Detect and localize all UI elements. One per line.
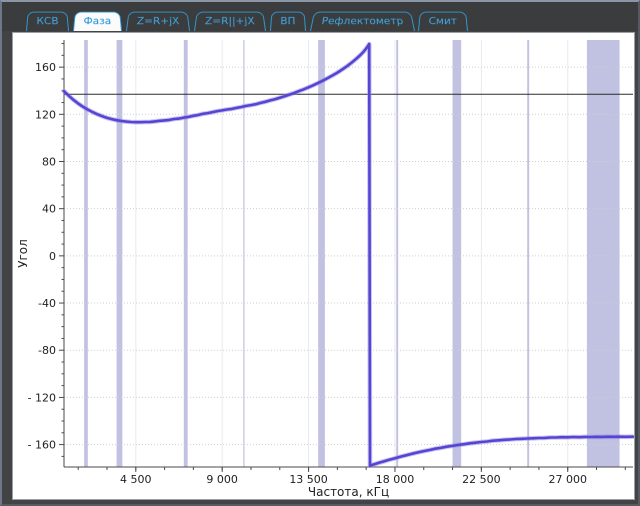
tab-z-parallel[interactable]: Z=R||+jX — [194, 12, 266, 31]
ham-band-highlight — [318, 40, 325, 467]
x-axis-label: Частота, кГц — [308, 485, 389, 499]
tab-z-series[interactable]: Z=R+jX — [126, 12, 190, 31]
ham-band-highlight — [84, 40, 88, 467]
x-tick-label: 9 000 — [206, 473, 238, 486]
tab-ksv[interactable]: КСВ — [26, 12, 69, 31]
app-window: КСВФазаZ=R+jXZ=R||+jXВПРефлектометрСмит … — [0, 0, 640, 506]
y-tick-label: 40 — [42, 203, 56, 216]
ham-band-highlight — [587, 40, 620, 467]
y-tick-label: 80 — [42, 155, 56, 168]
y-tick-label: 120 — [35, 108, 56, 121]
ham-band-highlight — [527, 40, 529, 467]
ham-band-highlight — [453, 40, 462, 467]
x-tick-label: 27 000 — [548, 473, 587, 486]
x-tick-label: 22 500 — [462, 473, 501, 486]
ham-band-highlight — [117, 40, 123, 467]
tab-faza[interactable]: Фаза — [73, 12, 122, 31]
phase-curve — [64, 44, 633, 466]
phase-chart[interactable]: 4 5009 00013 50018 00022 50027 000160120… — [13, 33, 634, 499]
y-axis-label: Угол — [16, 239, 30, 268]
chart-panel: 4 5009 00013 50018 00022 50027 000160120… — [12, 32, 635, 500]
y-tick-label: 160 — [35, 61, 56, 74]
x-tick-label: 4 500 — [120, 473, 152, 486]
phase-curve-halo — [64, 44, 633, 466]
y-tick-label: - 120 — [28, 391, 56, 404]
y-tick-label: -80 — [38, 344, 56, 357]
y-tick-label: 0 — [49, 250, 56, 263]
tab-vp[interactable]: ВП — [270, 12, 306, 31]
y-tick-label: -40 — [38, 297, 56, 310]
y-tick-label: - 160 — [28, 439, 56, 452]
tab-reflectometer[interactable]: Рефлектометр — [310, 12, 415, 31]
ham-band-highlight — [396, 40, 398, 467]
ham-band-highlight — [184, 40, 188, 467]
tab-smith[interactable]: Смит — [418, 12, 468, 31]
tab-bar: КСВФазаZ=R+jXZ=R||+jXВПРефлектометрСмит — [2, 2, 638, 31]
